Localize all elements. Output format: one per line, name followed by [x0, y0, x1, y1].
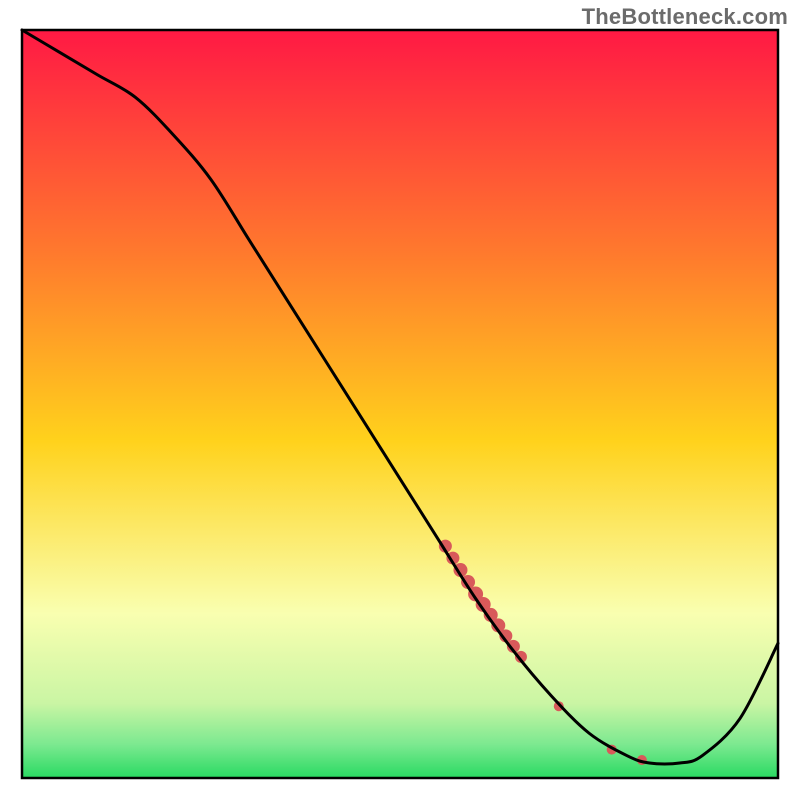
chart-container: TheBottleneck.com	[0, 0, 800, 800]
gradient-background	[22, 30, 778, 778]
watermark-text: TheBottleneck.com	[582, 4, 788, 30]
bottleneck-chart	[0, 0, 800, 800]
